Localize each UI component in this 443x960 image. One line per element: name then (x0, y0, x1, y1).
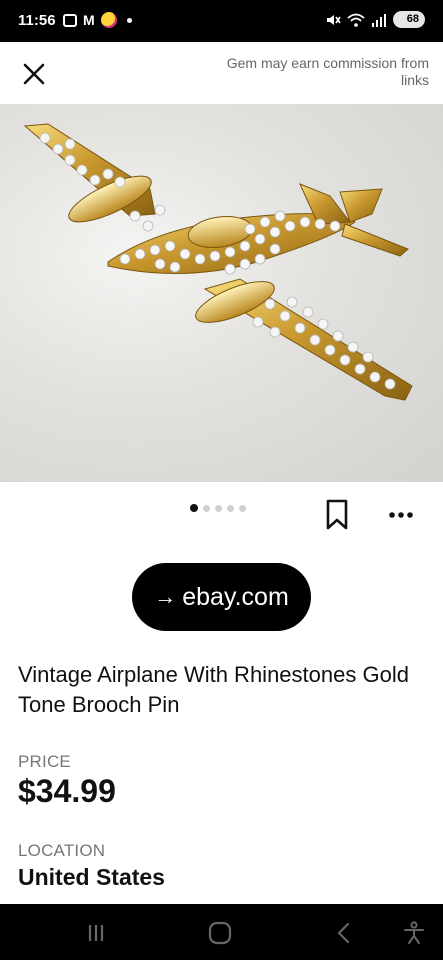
pager-dot[interactable] (239, 504, 246, 512)
recent-apps-icon (88, 925, 104, 941)
close-icon (23, 63, 45, 85)
pager-dot[interactable] (227, 504, 234, 512)
mute-icon (326, 14, 341, 25)
more-horizontal-icon (389, 512, 413, 518)
pager-dot[interactable] (215, 504, 222, 512)
location-value: United States (18, 864, 165, 890)
visit-store-button[interactable]: → ebay.com (132, 563, 311, 631)
notification-dot (126, 17, 132, 23)
signal-icon (371, 13, 386, 27)
status-bar: 11:56 M 68 (0, 0, 443, 42)
screenshot-icon (63, 13, 77, 27)
more-options-button[interactable] (387, 505, 417, 525)
pager-dot[interactable] (203, 504, 210, 512)
arrow-right-icon: → (154, 584, 177, 609)
back-button[interactable] (331, 920, 357, 946)
notification-icons: M (63, 12, 132, 28)
image-pager[interactable] (190, 504, 246, 512)
wifi-icon (347, 13, 365, 27)
price-label: PRICE (18, 752, 71, 771)
pager-dot[interactable] (190, 504, 198, 512)
bookmark-button[interactable] (324, 498, 350, 532)
system-icons: 68 (325, 11, 425, 28)
status-time: 11:56 (18, 12, 56, 29)
battery-icon: 68 (392, 11, 425, 28)
navigation-bar (0, 904, 443, 960)
location-label: LOCATION (18, 841, 106, 860)
product-title: Vintage Airplane With Rhinestones Gold T… (18, 662, 409, 717)
header: Gem may earn commission from links (0, 42, 443, 104)
back-icon (337, 922, 350, 944)
gmail-icon: M (83, 12, 95, 28)
commission-disclaimer: Gem may earn commission from links (226, 55, 429, 88)
accessibility-button[interactable] (401, 920, 427, 946)
close-button[interactable] (18, 58, 50, 90)
product-image[interactable] (0, 104, 443, 482)
airplane-brooch-illustration (23, 123, 413, 401)
emoji-icon (100, 12, 117, 28)
recent-apps-button[interactable] (83, 920, 109, 946)
accessibility-icon (404, 921, 424, 944)
home-button[interactable] (207, 920, 233, 946)
price-value: $34.99 (18, 773, 116, 809)
store-link-label: ebay.com (182, 582, 289, 611)
bookmark-icon (326, 499, 348, 530)
home-icon (208, 921, 232, 945)
